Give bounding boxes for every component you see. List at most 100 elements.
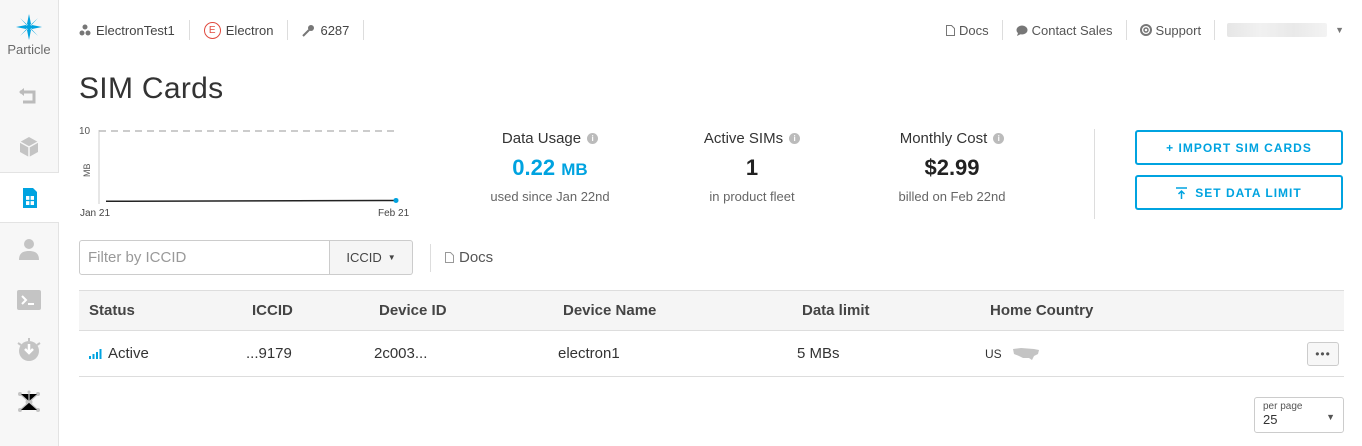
col-home-country[interactable]: Home Country <box>990 291 1093 330</box>
set-data-limit-button[interactable]: SET DATA LIMIT <box>1135 175 1343 210</box>
us-map-icon <box>1012 347 1039 360</box>
electron-badge-icon: E <box>203 21 221 39</box>
sim-card-icon <box>22 187 37 208</box>
breadcrumb-product[interactable]: ElectronTest1 <box>79 20 190 40</box>
filter-docs-link[interactable]: Docs <box>430 243 494 272</box>
document-icon <box>945 24 955 36</box>
col-device-id[interactable]: Device ID <box>379 291 447 330</box>
iccid-filter-input[interactable] <box>79 240 330 275</box>
lifebuoy-icon <box>1139 24 1152 36</box>
table-header: Status ICCID Device ID Device Name Data … <box>79 290 1344 331</box>
product-cube-icon <box>19 136 39 157</box>
nav-network[interactable] <box>0 376 58 427</box>
account-name-blurred <box>1227 23 1328 37</box>
filter-bar: ICCID ▼ Docs <box>79 240 493 275</box>
upload-limit-icon <box>1176 186 1188 199</box>
stat-sub: used since Jan 22nd <box>490 189 610 204</box>
info-icon[interactable]: i <box>587 133 599 144</box>
user-icon <box>19 238 39 260</box>
chart-x-label-start: Jan 21 <box>80 208 110 219</box>
filter-field-select[interactable]: ICCID ▼ <box>330 240 413 275</box>
info-icon[interactable]: i <box>993 133 1005 144</box>
network-icon <box>18 390 40 412</box>
logo-text: Particle <box>7 41 51 57</box>
sim-table: Status ICCID Device ID Device Name Data … <box>79 290 1344 377</box>
stat-value: 0.22 MB <box>470 155 630 181</box>
info-icon[interactable]: i <box>789 133 801 144</box>
caret-down-icon: ▼ <box>387 253 396 262</box>
integrations-icon <box>17 337 41 361</box>
table-row[interactable]: Active ...9179 2c003... electron1 5 MBs … <box>79 331 1344 377</box>
console-icon <box>17 289 41 310</box>
chat-icon <box>1016 25 1028 36</box>
stat-monthly-cost: Monthly Cost i $2.99 billed on Feb 22nd <box>872 130 1032 204</box>
contact-sales-link[interactable]: Contact Sales <box>1003 20 1127 40</box>
back-icon <box>19 87 36 103</box>
account-menu[interactable]: ▼ <box>1215 23 1344 37</box>
chevron-down-icon: ▼ <box>1335 25 1344 35</box>
usage-line <box>105 199 397 203</box>
stat-label: Monthly Cost <box>899 130 988 147</box>
stat-label: Active SIMs <box>703 130 784 147</box>
data-limit-button-label: SET DATA LIMIT <box>1195 185 1302 200</box>
product-name: ElectronTest1 <box>96 22 175 38</box>
chart-ylabel: MB <box>82 164 92 178</box>
stat-sub: billed on Feb 22nd <box>898 189 1006 204</box>
import-sim-cards-button[interactable]: + IMPORT SIM CARDS <box>1135 130 1343 165</box>
platform-name: Electron <box>225 22 274 38</box>
data-usage-chart: 10 MB Jan 21 Feb 21 <box>79 126 410 219</box>
breadcrumb-product-id: 6287 <box>302 20 365 40</box>
stat-label: Data Usage <box>501 130 582 147</box>
country-code: US <box>985 346 1002 361</box>
docs-link[interactable]: Docs <box>933 20 1003 40</box>
status-text: Active <box>108 345 149 362</box>
nav-console[interactable] <box>0 274 58 325</box>
monthly-cost-value: $2.99 <box>924 155 980 180</box>
support-link[interactable]: Support <box>1127 20 1216 40</box>
iccid-cell: ...9179 <box>246 345 292 362</box>
col-iccid[interactable]: ICCID <box>252 291 293 330</box>
particle-star-icon <box>16 13 42 40</box>
page-title: SIM Cards <box>79 72 224 105</box>
nav-products[interactable] <box>0 121 58 172</box>
divider <box>1094 129 1095 219</box>
per-page-select[interactable]: per page 25 ▼ <box>1254 397 1344 433</box>
home-country-cell: US <box>985 331 1040 376</box>
stat-data-usage: Data Usage i 0.22 MB used since Jan 22nd <box>470 130 630 204</box>
per-page-value: 25 <box>1263 412 1278 427</box>
signal-bars-icon <box>89 348 102 359</box>
docs-link-label: Docs <box>958 22 989 38</box>
stat-sub: in product fleet <box>709 189 795 204</box>
col-device-name[interactable]: Device Name <box>563 291 656 330</box>
data-usage-unit: MB <box>561 160 588 179</box>
document-icon <box>445 252 454 263</box>
sidebar: Particle <box>0 0 59 446</box>
data-limit-cell: 5 MBs <box>797 345 840 362</box>
chart-x-label-end: Feb 21 <box>378 208 410 219</box>
row-actions-button[interactable]: ••• <box>1307 342 1339 366</box>
chart-ymax-label: 10 <box>79 126 91 137</box>
caret-down-icon: ▼ <box>1326 412 1335 422</box>
topbar: ElectronTest1 E Electron 6287 Docs Conta… <box>79 18 1344 42</box>
support-label: Support <box>1155 22 1202 38</box>
filter-docs-label: Docs <box>459 249 494 266</box>
col-data-limit[interactable]: Data limit <box>802 291 870 330</box>
col-status[interactable]: Status <box>89 291 135 330</box>
data-usage-value: 0.22 <box>512 155 556 180</box>
device-name-cell[interactable]: electron1 <box>558 331 620 376</box>
usage-point <box>393 197 399 203</box>
key-icon <box>302 24 315 37</box>
product-group-icon <box>79 24 91 36</box>
stat-active-sims: Active SIMs i 1 in product fleet <box>672 130 832 204</box>
per-page-label: per page <box>1263 401 1303 412</box>
nav-sim-cards[interactable] <box>0 172 59 223</box>
product-id: 6287 <box>320 22 350 38</box>
nav-integrations[interactable] <box>0 325 58 376</box>
import-button-label: + IMPORT SIM CARDS <box>1166 140 1312 155</box>
device-id-cell[interactable]: 2c003... <box>374 331 427 376</box>
contact-sales-label: Contact Sales <box>1031 22 1113 38</box>
particle-logo[interactable]: Particle <box>0 0 58 70</box>
nav-customers[interactable] <box>0 223 58 274</box>
nav-back[interactable] <box>0 70 58 121</box>
filter-select-value: ICCID <box>346 250 382 265</box>
